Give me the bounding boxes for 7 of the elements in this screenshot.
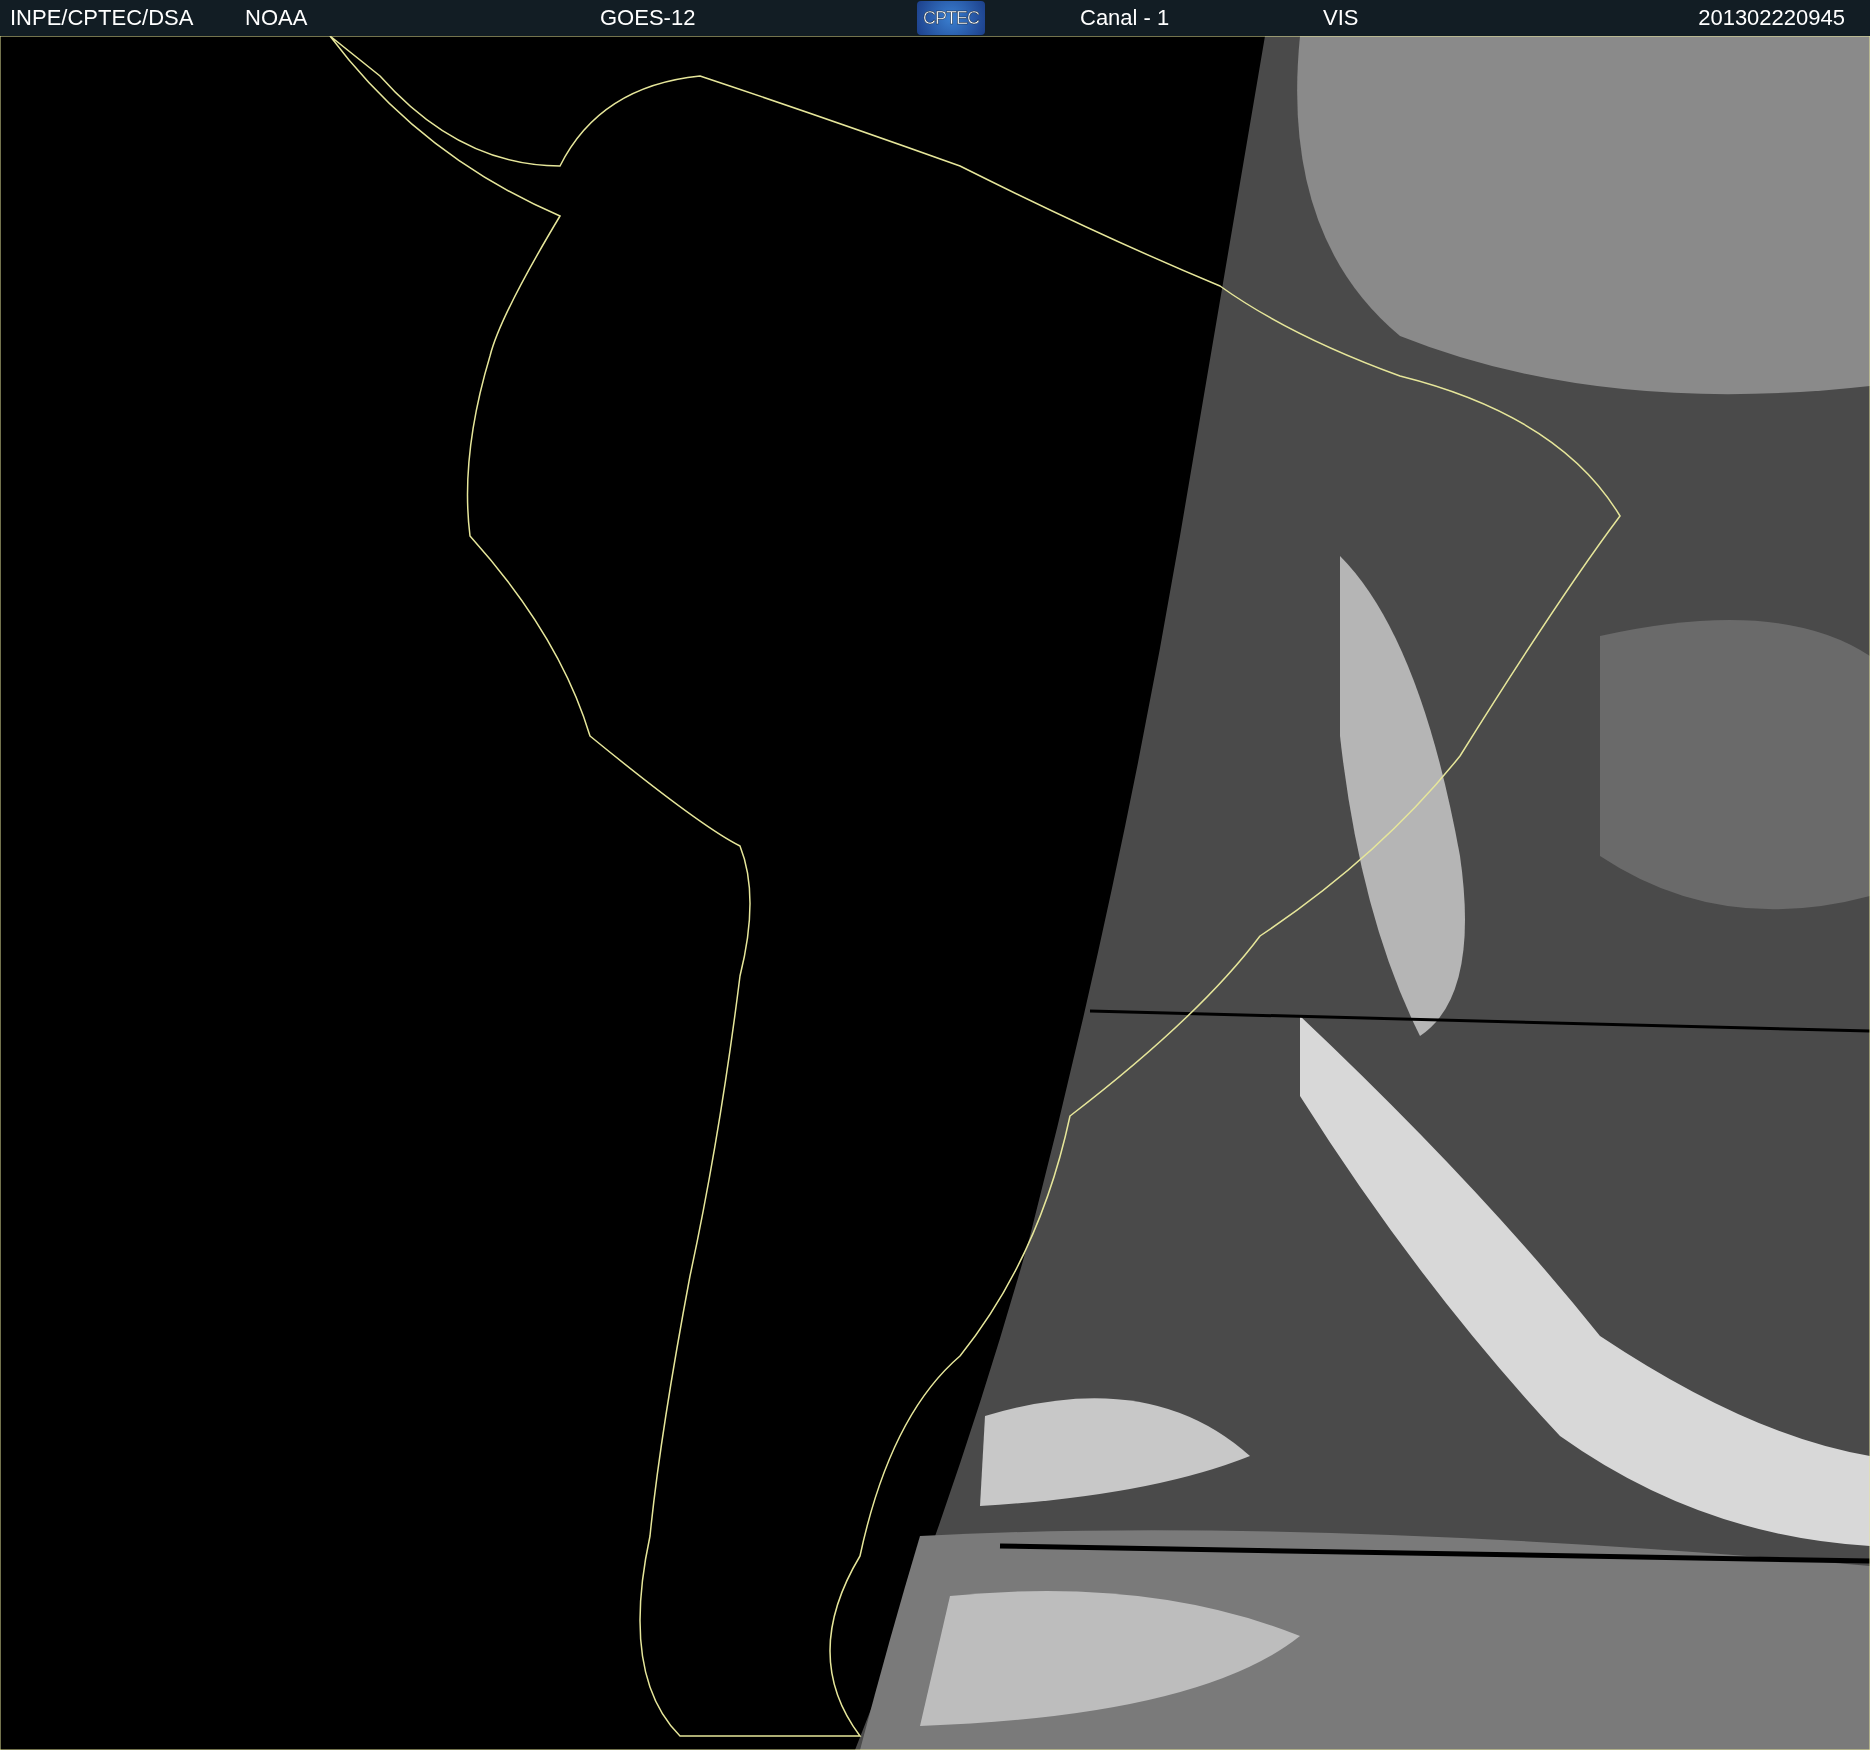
logo-badge: CPTEC [917,1,985,35]
band-label: VIS [1323,5,1360,31]
agency-label: NOAA [245,5,309,31]
satellite-label: GOES-12 [600,5,697,31]
source-label: INPE/CPTEC/DSA [10,5,195,31]
timestamp-label: 201302220945 [1698,5,1845,31]
channel-label: Canal - 1 [1080,5,1171,31]
